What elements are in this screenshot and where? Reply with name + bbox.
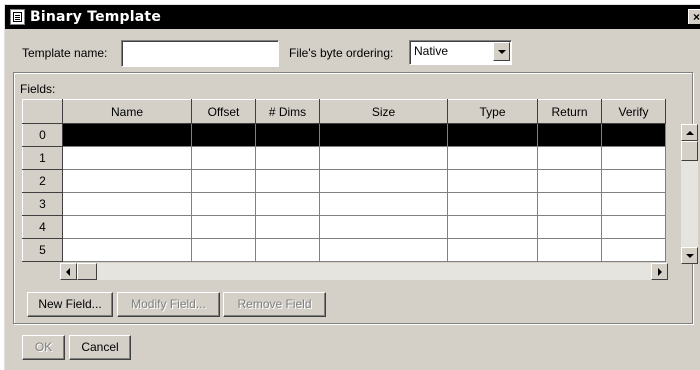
grid-cell[interactable]	[537, 169, 602, 193]
grid-cell[interactable]	[447, 123, 538, 147]
grid-cell[interactable]	[255, 123, 320, 147]
grid-cell[interactable]	[255, 238, 320, 262]
grid-cell[interactable]	[447, 215, 538, 239]
grid-cell[interactable]	[191, 215, 256, 239]
template-name-label: Template name:	[22, 46, 108, 60]
horizontal-scrollbar[interactable]	[60, 263, 668, 280]
modify-field-button[interactable]: Modify Field...	[117, 292, 220, 317]
title-bar[interactable]: Binary Template	[5, 5, 700, 29]
chevron-down-icon[interactable]	[493, 42, 510, 61]
scroll-right-icon[interactable]	[651, 263, 668, 280]
byte-ordering-value: Native	[414, 44, 449, 58]
vertical-scroll-thumb[interactable]	[681, 141, 698, 161]
grid-cell[interactable]	[319, 192, 448, 216]
window-title: Binary Template	[30, 9, 162, 25]
template-name-input[interactable]	[121, 40, 279, 67]
grid-cell[interactable]	[191, 123, 256, 147]
grid-cell[interactable]	[601, 215, 666, 239]
grid-cell[interactable]	[255, 146, 320, 170]
grid-cell[interactable]	[601, 238, 666, 262]
table-row[interactable]: 2	[22, 169, 666, 193]
grid-cell[interactable]	[319, 238, 448, 262]
template-icon	[10, 9, 25, 25]
grid-cell[interactable]	[191, 192, 256, 216]
new-field-button[interactable]: New Field...	[27, 292, 113, 317]
grid-cell[interactable]	[447, 238, 538, 262]
grid-cell[interactable]	[537, 192, 602, 216]
scroll-left-icon[interactable]	[60, 263, 77, 280]
row-header[interactable]: 4	[22, 215, 63, 239]
grid-cell[interactable]	[62, 192, 192, 216]
column-header-type[interactable]: Type	[447, 99, 538, 124]
grid-cell[interactable]	[62, 215, 192, 239]
grid-cell[interactable]	[537, 123, 602, 147]
cancel-button[interactable]: Cancel	[69, 335, 131, 360]
grid-cell[interactable]	[537, 215, 602, 239]
grid-cell[interactable]	[537, 146, 602, 170]
table-row[interactable]: 5	[22, 238, 666, 262]
grid-cell[interactable]	[601, 192, 666, 216]
remove-field-button[interactable]: Remove Field	[223, 292, 326, 317]
grid-cell[interactable]	[319, 123, 448, 147]
grid-cell[interactable]	[62, 123, 192, 147]
byte-ordering-label: File's byte ordering:	[289, 46, 394, 60]
grid-cell[interactable]	[601, 146, 666, 170]
row-header[interactable]: 0	[22, 123, 63, 147]
column-header-return[interactable]: Return	[537, 99, 602, 124]
grid-cell[interactable]	[537, 238, 602, 262]
grid-cell[interactable]	[601, 123, 666, 147]
grid-cell[interactable]	[447, 146, 538, 170]
row-header[interactable]: 5	[22, 238, 63, 262]
grid-cell[interactable]	[601, 169, 666, 193]
vertical-scrollbar[interactable]	[681, 124, 698, 264]
fields-label: Fields:	[20, 82, 56, 96]
row-header[interactable]: 1	[22, 146, 63, 170]
grid-cell[interactable]	[191, 238, 256, 262]
scroll-up-icon[interactable]	[681, 124, 698, 141]
table-row[interactable]: 1	[22, 146, 666, 170]
fields-grid[interactable]: Name Offset # Dims Size Type Return Veri…	[22, 99, 666, 262]
grid-cell[interactable]	[62, 238, 192, 262]
grid-cell[interactable]	[62, 146, 192, 170]
row-header[interactable]: 2	[22, 169, 63, 193]
grid-cell[interactable]	[319, 215, 448, 239]
grid-cell[interactable]	[62, 169, 192, 193]
byte-ordering-select[interactable]: Native	[409, 40, 512, 65]
grid-cell[interactable]	[255, 215, 320, 239]
close-icon[interactable]: ×	[688, 9, 700, 24]
table-row[interactable]: 0	[22, 123, 666, 147]
grid-cell[interactable]	[447, 169, 538, 193]
column-header-dims[interactable]: # Dims	[255, 99, 320, 124]
grid-cell[interactable]	[319, 146, 448, 170]
row-header[interactable]: 3	[22, 192, 63, 216]
grid-cell[interactable]	[191, 169, 256, 193]
column-header-name[interactable]: Name	[62, 99, 192, 124]
horizontal-scroll-thumb[interactable]	[77, 263, 97, 280]
table-row[interactable]: 3	[22, 192, 666, 216]
grid-cell[interactable]	[319, 169, 448, 193]
column-header-verify[interactable]: Verify	[601, 99, 666, 124]
grid-cell[interactable]	[447, 192, 538, 216]
grid-cell[interactable]	[191, 146, 256, 170]
grid-corner	[22, 99, 63, 124]
grid-cell[interactable]	[255, 192, 320, 216]
column-header-offset[interactable]: Offset	[191, 99, 256, 124]
ok-button[interactable]: OK	[22, 335, 65, 360]
column-header-size[interactable]: Size	[319, 99, 448, 124]
grid-cell[interactable]	[255, 169, 320, 193]
scroll-down-icon[interactable]	[681, 247, 698, 264]
table-row[interactable]: 4	[22, 215, 666, 239]
